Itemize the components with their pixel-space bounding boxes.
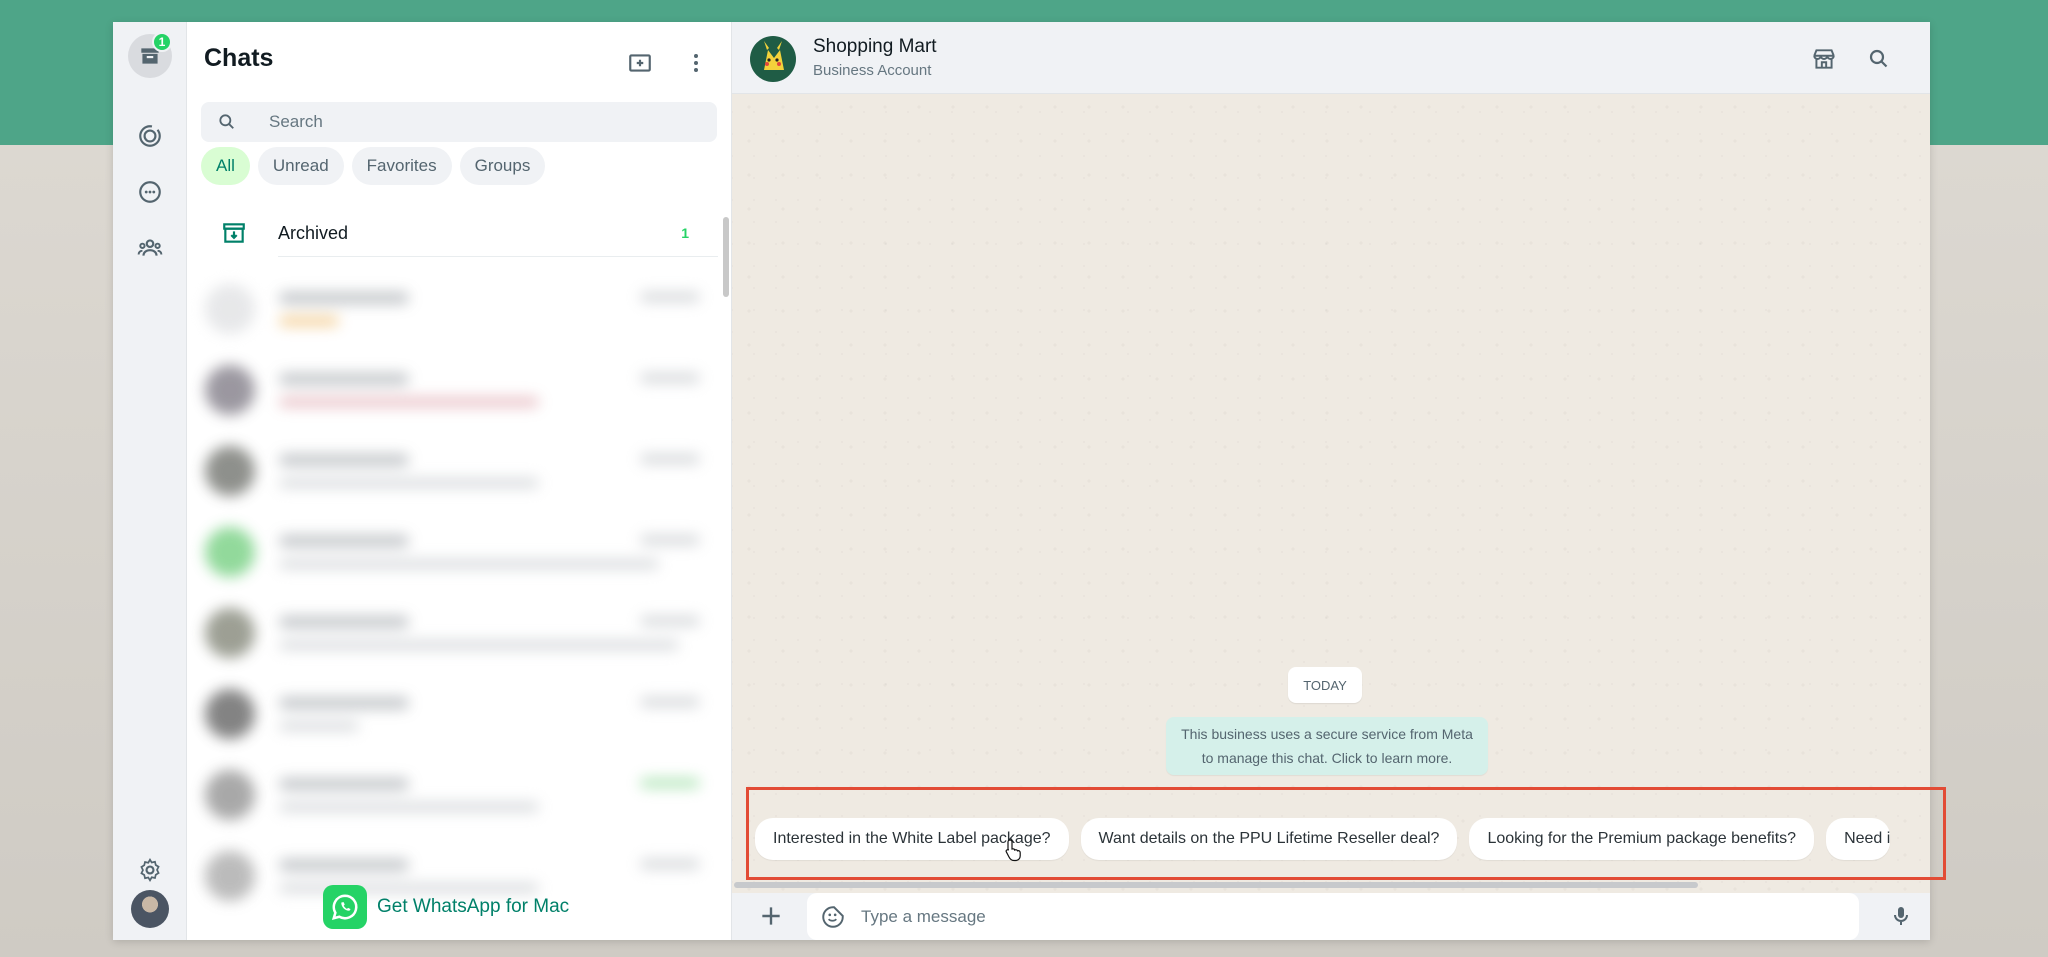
get-app-label: Get WhatsApp for Mac	[377, 896, 570, 917]
sticker-icon	[822, 906, 844, 928]
whatsapp-window: 1 Chats All Unread Favori	[113, 22, 1930, 940]
filter-chip-unread[interactable]: Unread	[257, 147, 344, 185]
search-icon	[219, 114, 234, 129]
message-box	[807, 893, 1859, 940]
contact-name: Shopping Mart	[813, 36, 937, 57]
chat-row[interactable]	[187, 677, 731, 758]
message-input[interactable]	[861, 893, 1841, 940]
channels-nav-button[interactable]	[128, 170, 172, 214]
message-composer	[732, 893, 1930, 940]
suggestions-scrollbar[interactable]	[734, 882, 1698, 888]
attach-button[interactable]	[756, 901, 786, 931]
get-app-link[interactable]: Get WhatsApp for Mac	[323, 885, 569, 929]
new-chat-button[interactable]	[625, 48, 655, 78]
settings-nav-button[interactable]	[128, 848, 172, 892]
unread-badge: 1	[152, 32, 172, 52]
filter-chip-all[interactable]: All	[201, 147, 250, 185]
microphone-icon	[1894, 907, 1908, 925]
chat-wallpaper	[732, 22, 1930, 940]
archived-label: Archived	[278, 223, 349, 243]
conversation-search-button[interactable]	[1864, 44, 1894, 74]
chat-list-panel: Chats All Unread Favorites Groups Archiv…	[187, 22, 732, 940]
suggested-reply[interactable]: Looking for the Premium package benefits…	[1469, 818, 1815, 860]
communities-nav-button[interactable]	[128, 226, 172, 270]
archived-icon	[223, 223, 245, 243]
date-divider: TODAY	[1288, 667, 1362, 703]
contact-subtitle: Business Account	[813, 62, 932, 79]
chat-row[interactable]	[187, 434, 731, 515]
chat-row[interactable]	[187, 515, 731, 596]
search-input[interactable]	[269, 102, 699, 142]
conversation-menu-button[interactable]	[1920, 44, 1930, 74]
search-icon	[1869, 49, 1888, 68]
encryption-notice[interactable]: This business uses a secure service from…	[1166, 717, 1488, 775]
nav-rail: 1	[113, 22, 187, 940]
whatsapp-logo-icon	[323, 885, 367, 929]
new-chat-icon	[629, 54, 651, 72]
chat-row[interactable]	[187, 272, 731, 353]
profile-avatar[interactable]	[131, 890, 169, 928]
chat-row[interactable]	[187, 353, 731, 434]
more-vertical-icon	[1923, 47, 1930, 71]
chat-row[interactable]	[187, 596, 731, 677]
divider	[278, 256, 718, 257]
catalog-button[interactable]	[1809, 44, 1839, 74]
settings-icon	[140, 858, 160, 882]
hand-cursor-icon	[1005, 839, 1021, 862]
archived-count: 1	[681, 225, 689, 241]
suggested-reply[interactable]: Need i	[1826, 818, 1891, 860]
chat-row[interactable]	[187, 758, 731, 839]
search-bar	[201, 102, 717, 142]
plus-icon	[762, 907, 780, 925]
conversation-panel: Shopping Mart Business Account TODAY Thi…	[732, 22, 1930, 940]
sticker-button[interactable]	[819, 903, 847, 931]
communities-icon	[137, 239, 163, 256]
suggested-replies: Interested in the White Label package? W…	[755, 818, 1891, 860]
voice-message-button[interactable]	[1886, 901, 1916, 931]
channels-icon	[139, 181, 161, 203]
blurred-chat-list	[187, 272, 731, 901]
chats-nav-button[interactable]: 1	[128, 32, 172, 78]
more-vertical-icon	[694, 54, 698, 72]
filter-chip-favorites[interactable]: Favorites	[351, 147, 452, 185]
status-nav-button[interactable]	[128, 114, 172, 158]
storefront-icon	[1813, 49, 1835, 69]
status-icon	[139, 125, 161, 147]
filter-chips: All Unread Favorites Groups	[201, 147, 546, 185]
chats-title: Chats	[204, 44, 274, 72]
filter-chip-groups[interactable]: Groups	[459, 147, 546, 185]
suggested-reply[interactable]: Want details on the PPU Lifetime Reselle…	[1080, 818, 1458, 860]
contact-avatar[interactable]	[750, 36, 796, 82]
chat-list-menu-button[interactable]	[681, 48, 711, 78]
conversation-header[interactable]: Shopping Mart Business Account	[732, 22, 1930, 94]
